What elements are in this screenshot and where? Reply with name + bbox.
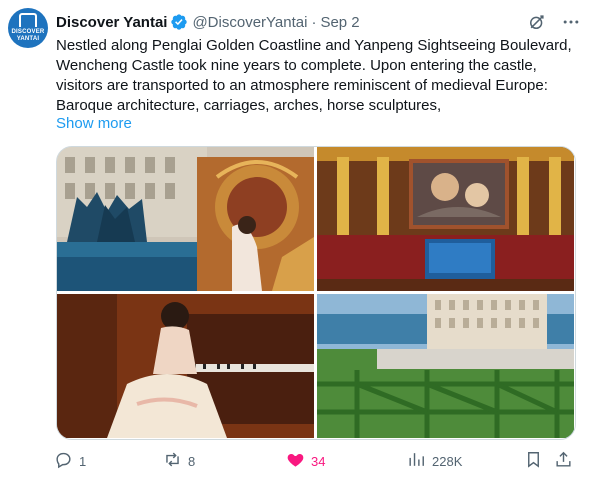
views-count: 228K: [432, 453, 463, 469]
verified-badge-icon: [170, 13, 188, 31]
tweet-actions: 1 8 34 228K: [50, 448, 578, 474]
account-handle[interactable]: @DiscoverYantai: [192, 14, 307, 31]
show-more-link[interactable]: Show more: [56, 115, 132, 132]
repost-count: 8: [188, 453, 196, 469]
heart-icon: [286, 450, 305, 472]
separator-dot: ·: [311, 13, 317, 31]
avatar-text-top: DISCOVER: [11, 29, 45, 35]
bookmark-button[interactable]: [524, 450, 543, 472]
like-button[interactable]: 34: [286, 450, 325, 472]
baroque-hall-photo[interactable]: [317, 147, 574, 291]
tweet-body: Nestled along Penglai Golden Coastline a…: [56, 37, 572, 114]
avatar[interactable]: DISCOVER YANTAI: [8, 8, 48, 48]
views-button[interactable]: 228K: [407, 450, 462, 472]
repost-button[interactable]: 8: [163, 450, 195, 472]
reply-count: 1: [79, 453, 87, 469]
bar-chart-icon: [407, 450, 426, 472]
tweet-header: Discover Yantai @DiscoverYantai · Sep 2: [56, 12, 582, 32]
display-name[interactable]: Discover Yantai: [56, 14, 167, 31]
piano-player-photo[interactable]: [57, 294, 314, 438]
tweet-card[interactable]: DISCOVER YANTAI Discover Yantai @Discove…: [0, 0, 594, 486]
tweet-text: Nestled along Penglai Golden Coastline a…: [56, 36, 576, 116]
repost-icon: [163, 450, 182, 472]
more-options-icon[interactable]: [560, 11, 582, 33]
bookmark-icon: [524, 450, 543, 472]
reply-button[interactable]: 1: [54, 450, 86, 472]
media-grid: [56, 146, 576, 440]
avatar-text-bottom: YANTAI: [16, 36, 40, 42]
logo-icon: [19, 13, 37, 27]
tweet-date[interactable]: Sep 2: [320, 14, 359, 31]
castle-garden-photo[interactable]: [317, 294, 574, 438]
fountain-carriage-photo[interactable]: [57, 147, 314, 291]
grok-icon[interactable]: [526, 11, 548, 33]
share-icon: [554, 450, 573, 472]
share-button[interactable]: [554, 450, 573, 472]
like-count: 34: [311, 453, 326, 469]
reply-icon: [54, 450, 73, 472]
